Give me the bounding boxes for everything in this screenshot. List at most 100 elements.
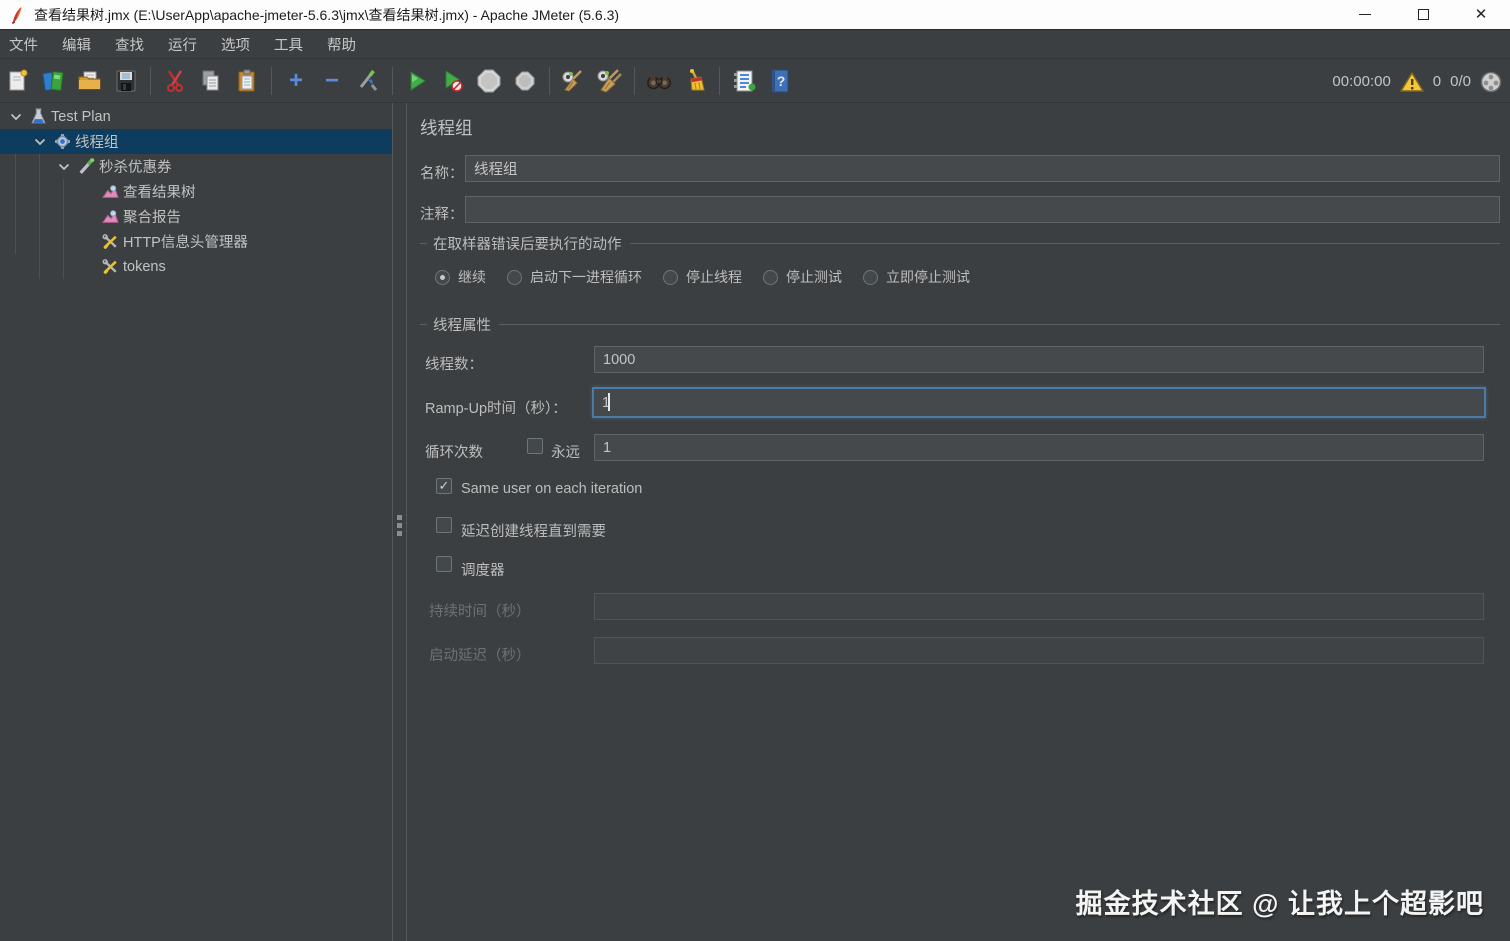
tree-node-aggregate-report[interactable]: 聚合报告 xyxy=(0,204,392,229)
cut-button[interactable] xyxy=(162,67,188,95)
shutdown-icon xyxy=(515,71,535,91)
svg-text:?: ? xyxy=(777,73,786,89)
loop-count-input[interactable] xyxy=(594,434,1484,461)
tree-node-test-plan[interactable]: Test Plan xyxy=(0,104,392,129)
tree-node-http-header-manager[interactable]: HTTP信息头管理器 xyxy=(0,229,392,254)
watermark-text: 掘金技术社区 @ 让我上个超影吧 xyxy=(1075,889,1484,919)
templates-button[interactable] xyxy=(41,67,67,95)
shutdown-button[interactable] xyxy=(512,67,538,95)
help-button[interactable]: ? xyxy=(767,67,793,95)
panel-splitter[interactable] xyxy=(392,103,407,941)
remove-element-button[interactable]: − xyxy=(319,67,345,95)
start-no-timers-button[interactable] xyxy=(440,67,466,95)
threads-input[interactable] xyxy=(594,346,1484,373)
toggle-pen-icon xyxy=(359,69,378,91)
clear-button[interactable] xyxy=(561,67,587,95)
stop-button[interactable] xyxy=(476,67,502,95)
tree-node-label: 聚合报告 xyxy=(123,210,181,226)
radio-icon xyxy=(663,269,678,285)
open-button[interactable] xyxy=(77,67,103,95)
copy-button[interactable] xyxy=(198,67,224,95)
radio-label: 启动下一进程循环 xyxy=(530,269,642,285)
menu-edit[interactable]: 编辑 xyxy=(50,30,103,58)
config-tools-icon xyxy=(102,234,117,249)
close-button[interactable]: ✕ xyxy=(1452,0,1510,29)
function-helper-button[interactable] xyxy=(731,67,757,95)
delay-create-checkbox[interactable] xyxy=(436,517,452,533)
menu-help[interactable]: 帮助 xyxy=(315,30,368,58)
radio-stop-test[interactable]: 停止测试 xyxy=(763,267,842,287)
title-bar: 查看结果树.jmx (E:\UserApp\apache-jmeter-5.6.… xyxy=(0,0,1510,29)
error-action-legend: 在取样器错误后要执行的动作 xyxy=(420,233,1500,254)
tree-node-label: 线程组 xyxy=(75,135,119,151)
name-input[interactable] xyxy=(465,155,1500,182)
tree-node-label: tokens xyxy=(123,258,166,275)
menu-tools[interactable]: 工具 xyxy=(262,30,315,58)
minimize-button[interactable] xyxy=(1336,0,1394,29)
loop-count-label: 循环次数 xyxy=(425,445,483,461)
test-plan-icon xyxy=(31,108,46,124)
paste-icon xyxy=(238,69,255,92)
search-binoculars-icon xyxy=(647,75,671,90)
chevron-down-icon[interactable] xyxy=(32,138,48,146)
paste-button[interactable] xyxy=(234,67,260,95)
start-icon xyxy=(410,71,426,91)
radio-label: 继续 xyxy=(458,269,486,285)
warning-icon[interactable] xyxy=(1399,71,1424,93)
tree-node-tokens[interactable]: tokens xyxy=(0,254,392,279)
start-button[interactable] xyxy=(404,67,430,95)
copy-icon xyxy=(202,70,219,91)
menu-options[interactable]: 选项 xyxy=(209,30,262,58)
new-file-button[interactable] xyxy=(5,67,31,95)
maximize-button[interactable] xyxy=(1394,0,1452,29)
minus-icon: − xyxy=(324,67,339,94)
templates-icon xyxy=(42,71,64,91)
radio-stop-test-now[interactable]: 立即停止测试 xyxy=(863,267,970,287)
tree-node-view-results-tree[interactable]: 查看结果树 xyxy=(0,179,392,204)
plus-icon: + xyxy=(288,67,303,94)
chevron-down-icon[interactable] xyxy=(8,113,24,121)
radio-start-next-loop[interactable]: 启动下一进程循环 xyxy=(507,267,642,287)
remote-status-icon[interactable] xyxy=(1480,71,1502,93)
thread-group-panel: 线程组 名称： 注释： 在取样器错误后要执行的动作 继续 启动下一进程循环 停止… xyxy=(407,103,1510,941)
scheduler-checkbox[interactable] xyxy=(436,556,452,572)
start-no-timers-icon xyxy=(445,70,463,92)
reset-search-button[interactable] xyxy=(682,67,708,95)
clear-all-button[interactable] xyxy=(597,67,623,95)
cut-icon xyxy=(167,70,183,92)
radio-icon xyxy=(507,269,522,285)
thread-properties-legend: 线程属性 xyxy=(420,314,1500,335)
menu-file[interactable]: 文件 xyxy=(0,30,50,58)
rampup-label: Ramp-Up时间（秒）： xyxy=(425,401,567,417)
search-button[interactable] xyxy=(646,67,672,95)
loop-forever-checkbox[interactable] xyxy=(527,438,543,454)
chevron-down-icon[interactable] xyxy=(56,163,72,171)
http-request-icon xyxy=(79,158,95,174)
tree-node-sampler[interactable]: 秒杀优惠券 xyxy=(0,154,392,179)
error-action-radio-group: 继续 启动下一进程循环 停止线程 停止测试 立即停止测试 xyxy=(435,267,970,287)
comment-input[interactable] xyxy=(465,196,1500,223)
clear-broom-icon xyxy=(562,70,582,92)
new-file-icon xyxy=(9,69,28,91)
help-icon: ? xyxy=(771,69,789,93)
maximize-icon xyxy=(1417,9,1429,20)
rampup-input[interactable] xyxy=(592,387,1486,418)
menu-search[interactable]: 查找 xyxy=(103,30,156,58)
radio-continue[interactable]: 继续 xyxy=(435,267,486,287)
function-helper-icon xyxy=(734,70,756,92)
toolbar-separator xyxy=(549,67,550,95)
save-button[interactable] xyxy=(113,67,139,95)
radio-stop-thread[interactable]: 停止线程 xyxy=(663,267,742,287)
same-user-checkbox[interactable] xyxy=(436,478,452,494)
tree-node-thread-group[interactable]: 线程组 xyxy=(0,129,392,154)
open-folder-icon xyxy=(78,71,101,90)
add-element-button[interactable]: + xyxy=(283,67,309,95)
toggle-element-button[interactable] xyxy=(355,67,381,95)
test-timer: 00:00:00 xyxy=(1332,73,1391,90)
startup-delay-input xyxy=(594,637,1484,664)
radio-label: 停止线程 xyxy=(686,269,742,285)
save-icon xyxy=(116,70,136,92)
config-tools-icon xyxy=(102,259,117,274)
listener-graph-icon xyxy=(102,210,119,223)
menu-run[interactable]: 运行 xyxy=(156,30,209,58)
